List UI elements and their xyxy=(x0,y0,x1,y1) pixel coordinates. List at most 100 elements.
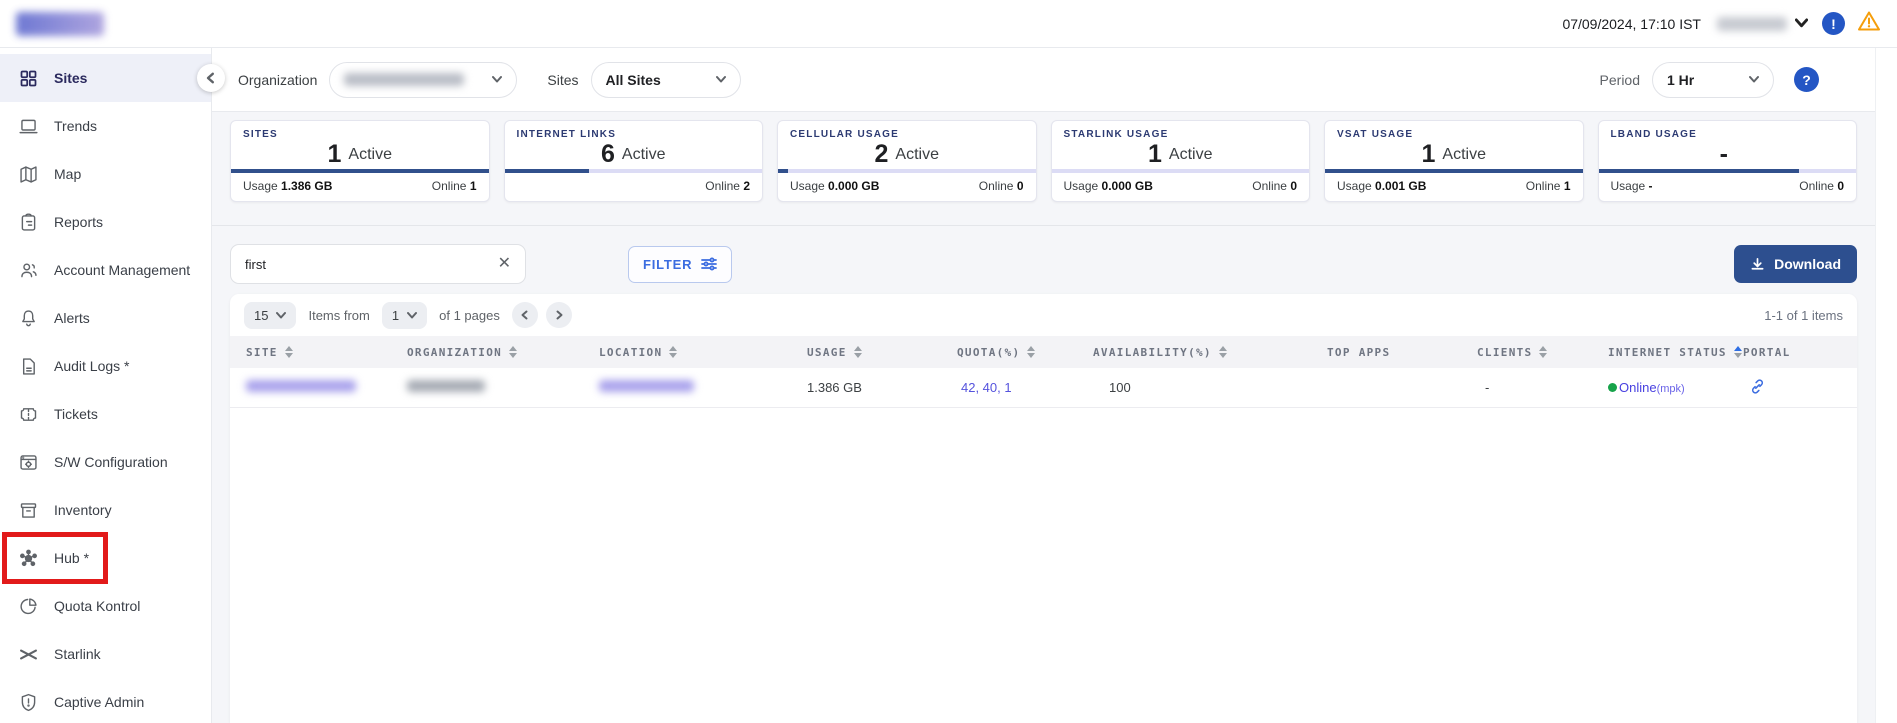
stat-card-suffix: Active xyxy=(1169,146,1213,164)
global-filter-bar: Organization Sites All Sites Period 1 Hr… xyxy=(212,48,1897,112)
period-select-value: 1 Hr xyxy=(1667,72,1694,88)
sidebar-item-starlink[interactable]: Starlink xyxy=(0,630,211,678)
column-header-quota[interactable]: QUOTA(%) xyxy=(957,346,1093,359)
table-section: ✕ FILTER Download 15 Items from xyxy=(212,226,1897,723)
sidebar-item-account-management[interactable]: Account Management xyxy=(0,246,211,294)
stat-card-cellular-usage[interactable]: CELLULAR USAGE 2Active Usage 0.000 GBOnl… xyxy=(777,120,1037,202)
warning-icon[interactable] xyxy=(1857,9,1881,38)
period-select[interactable]: 1 Hr xyxy=(1652,62,1774,98)
sidebar-item-label: Sites xyxy=(54,70,87,86)
column-header-portal[interactable]: PORTAL xyxy=(1743,346,1819,359)
sort-icon[interactable] xyxy=(854,346,862,358)
column-header-site[interactable]: SITE xyxy=(246,346,407,359)
column-header-usage[interactable]: USAGE xyxy=(807,346,957,359)
items-from-label: Items from xyxy=(308,308,369,323)
stat-card-lband-usage[interactable]: LBAND USAGE - Usage -Online 0 xyxy=(1598,120,1858,202)
prev-page-button[interactable] xyxy=(512,302,538,328)
portal-link-icon[interactable] xyxy=(1743,378,1819,398)
search-input[interactable] xyxy=(245,257,498,272)
online-value: 2 xyxy=(743,179,750,193)
next-page-button[interactable] xyxy=(546,302,572,328)
online-value: 0 xyxy=(1290,179,1297,193)
sidebar-item-label: Inventory xyxy=(54,502,112,518)
sidebar-item-label: Account Management xyxy=(54,262,190,278)
ticket-icon xyxy=(18,404,39,425)
usage-value: 0.001 GB xyxy=(1375,179,1426,193)
items-range-label: 1-1 of 1 items xyxy=(1764,308,1843,323)
sidebar-item-audit-logs[interactable]: Audit Logs * xyxy=(0,342,211,390)
stat-card-suffix: Active xyxy=(1442,146,1486,164)
top-bar: 07/09/2024, 17:10 IST ! xyxy=(0,0,1897,48)
sidebar-item-reports[interactable]: Reports xyxy=(0,198,211,246)
user-name-redacted xyxy=(1717,17,1787,31)
sort-icon[interactable] xyxy=(1539,346,1547,358)
help-icon[interactable]: ? xyxy=(1794,67,1819,92)
organization-select[interactable] xyxy=(329,62,517,98)
monitor-icon xyxy=(18,116,39,137)
hub-icon xyxy=(18,548,39,569)
usage-label: Usage xyxy=(1064,179,1099,193)
sort-icon[interactable] xyxy=(1219,346,1227,358)
sidebar-item-sites[interactable]: Sites xyxy=(0,54,211,102)
sidebar-item-captive-admin[interactable]: Captive Admin xyxy=(0,678,211,723)
sidebar-item-label: Hub * xyxy=(54,550,89,566)
sort-icon[interactable] xyxy=(285,346,293,358)
column-header-location[interactable]: LOCATION xyxy=(599,346,807,359)
download-icon xyxy=(1750,257,1765,272)
column-header-organization[interactable]: ORGANIZATION xyxy=(407,346,599,359)
stat-card-value: 1 xyxy=(328,140,342,169)
sidebar-item-tickets[interactable]: Tickets xyxy=(0,390,211,438)
window-gear-icon xyxy=(18,452,39,473)
filter-button[interactable]: FILTER xyxy=(628,246,732,283)
column-header-availability[interactable]: AVAILABILITY(%) xyxy=(1093,346,1327,359)
pagination-bar: 15 Items from 1 of 1 pages 1- xyxy=(230,294,1857,336)
stat-card-starlink-usage[interactable]: STARLINK USAGE 1Active Usage 0.000 GBOnl… xyxy=(1051,120,1311,202)
sort-icon[interactable] xyxy=(1027,346,1035,358)
clear-search-icon[interactable]: ✕ xyxy=(498,256,511,272)
page-select[interactable]: 1 xyxy=(382,302,427,329)
stat-card-sites[interactable]: SITES 1Active Usage 1.386 GBOnline 1 xyxy=(230,120,490,202)
online-label: Online xyxy=(1526,179,1561,193)
sort-icon-active[interactable] xyxy=(1734,346,1742,358)
sidebar-item-hub[interactable]: Hub * xyxy=(0,534,211,582)
sidebar-item-alerts[interactable]: Alerts xyxy=(0,294,211,342)
sites-select[interactable]: All Sites xyxy=(591,62,741,98)
column-header-top-apps[interactable]: TOP APPS xyxy=(1327,346,1477,359)
user-menu-chevron-down-icon[interactable] xyxy=(1795,16,1808,32)
location-link-redacted[interactable] xyxy=(599,380,694,392)
usage-label: Usage xyxy=(1337,179,1372,193)
sites-select-value: All Sites xyxy=(606,72,661,88)
users-icon xyxy=(18,260,39,281)
sidebar-item-trends[interactable]: Trends xyxy=(0,102,211,150)
sidebar-item-inventory[interactable]: Inventory xyxy=(0,486,211,534)
stat-card-vsat-usage[interactable]: VSAT USAGE 1Active Usage 0.001 GBOnline … xyxy=(1324,120,1584,202)
availability-cell: 100 xyxy=(1093,380,1327,395)
table-row[interactable]: 1.386 GB 42, 40, 1 100 - Online (mpk) xyxy=(230,368,1857,408)
sidebar-item-quota-kontrol[interactable]: Quota Kontrol xyxy=(0,582,211,630)
notification-icon[interactable]: ! xyxy=(1822,12,1845,35)
stat-card-title: STARLINK USAGE xyxy=(1052,121,1310,140)
sidebar-item-label: Quota Kontrol xyxy=(54,598,140,614)
page-size-select[interactable]: 15 xyxy=(244,302,296,329)
column-header-internet-status[interactable]: INTERNET STATUS xyxy=(1608,346,1743,359)
sidebar-item-label: Audit Logs * xyxy=(54,358,130,374)
sort-icon[interactable] xyxy=(669,346,677,358)
sidebar-item-sw-configuration[interactable]: S/W Configuration xyxy=(0,438,211,486)
stats-section: SITES 1Active Usage 1.386 GBOnline 1 INT… xyxy=(212,112,1897,226)
sort-icon[interactable] xyxy=(509,346,517,358)
usage-label: Usage xyxy=(243,179,278,193)
stat-card-internet-links[interactable]: INTERNET LINKS 6Active Online 2 xyxy=(504,120,764,202)
sidebar-item-map[interactable]: Map xyxy=(0,150,211,198)
scrollbar-track[interactable] xyxy=(1875,48,1897,723)
datetime-label: 07/09/2024, 17:10 IST xyxy=(1562,16,1701,32)
search-box[interactable]: ✕ xyxy=(230,244,526,284)
quota-cell[interactable]: 42, 40, 1 xyxy=(957,380,1093,395)
period-label: Period xyxy=(1600,72,1640,88)
map-icon xyxy=(18,164,39,185)
sidebar-collapse-button[interactable] xyxy=(197,64,225,92)
sidebar-item-label: Captive Admin xyxy=(54,694,144,710)
download-button[interactable]: Download xyxy=(1734,245,1857,283)
online-value: 0 xyxy=(1017,179,1024,193)
column-header-clients[interactable]: CLIENTS xyxy=(1477,346,1608,359)
site-link-redacted[interactable] xyxy=(246,380,356,392)
